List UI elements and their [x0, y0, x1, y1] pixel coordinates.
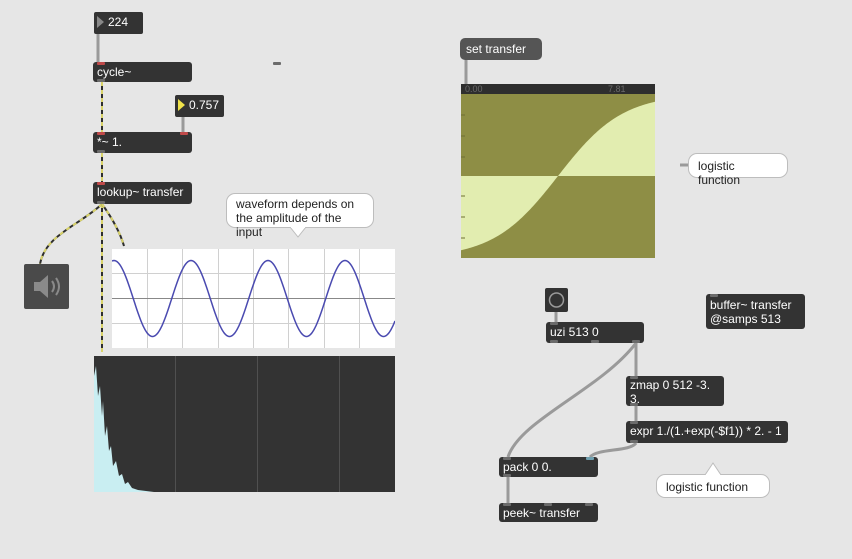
zmap-outlet[interactable]	[630, 403, 638, 406]
uzi-inlet[interactable]	[550, 322, 558, 325]
peek-inlet-left[interactable]	[503, 503, 511, 506]
pack-label: pack 0 0.	[503, 460, 552, 474]
cycle-inlet-right[interactable]	[273, 62, 281, 65]
pack-inlet-right[interactable]	[586, 457, 594, 460]
uzi-outlet-1[interactable]	[550, 340, 558, 343]
cycle-inlet[interactable]	[97, 62, 105, 65]
pack-outlet[interactable]	[503, 474, 511, 477]
cycle-label: cycle~	[97, 65, 132, 79]
frequency-value: 224	[108, 15, 129, 29]
number-triangle-icon	[97, 16, 104, 28]
multiply-label: *~ 1.	[97, 135, 123, 149]
buffer-object[interactable]: buffer~ transfer @samps 513	[706, 294, 805, 329]
cycle-object[interactable]: cycle~	[93, 62, 281, 82]
amplitude-number-box[interactable]: 0.757	[175, 95, 224, 117]
expr-object[interactable]: expr 1./(1.+exp(-$f1)) * 2. - 1	[626, 421, 788, 443]
set-transfer-message[interactable]: set transfer	[460, 38, 542, 60]
cycle-outlet[interactable]	[97, 79, 105, 82]
buffer-inlet[interactable]	[710, 294, 718, 297]
bang-icon	[548, 292, 565, 308]
multiply-inlet-right[interactable]	[180, 132, 188, 135]
bang-button[interactable]	[545, 288, 568, 312]
peek-object[interactable]: peek~ transfer	[499, 503, 598, 522]
lookup-label: lookup~ transfer	[97, 185, 184, 199]
uzi-label: uzi 513 0	[550, 325, 599, 339]
scope-graph	[111, 249, 396, 348]
lookup-outlet[interactable]	[97, 201, 105, 204]
pack-object[interactable]: pack 0 0.	[499, 457, 598, 477]
zmap-label-line2: 3.	[630, 392, 641, 406]
peek-inlet-right[interactable]	[585, 503, 593, 506]
logistic-comment-lower-text: logistic function	[666, 480, 749, 494]
comment-pointer-lower	[705, 462, 721, 475]
pack-inlet-left[interactable]	[503, 457, 511, 460]
transfer-curve-graph	[461, 101, 655, 251]
peek-label: peek~ transfer	[503, 506, 581, 520]
zmap-object[interactable]: zmap 0 512 -3. 3.	[626, 376, 724, 406]
logistic-comment-lower: logistic function	[656, 474, 770, 498]
lookup-inlet[interactable]	[97, 182, 105, 185]
uzi-outlet-2[interactable]	[591, 340, 599, 343]
frequency-number-box[interactable]: 224	[94, 12, 143, 34]
speaker-button[interactable]	[24, 264, 69, 309]
expr-outlet[interactable]	[630, 440, 638, 443]
peek-inlet-mid[interactable]	[544, 503, 552, 506]
logistic-comment-upper: logistic function	[688, 153, 788, 187]
multiply-outlet[interactable]	[97, 150, 105, 153]
buffer-waveform-display[interactable]: 0.00 7.81	[461, 84, 655, 258]
comment-pointer	[290, 227, 306, 238]
spectrum-display[interactable]	[94, 356, 395, 492]
buffer-label-line2: @samps 513	[710, 312, 781, 326]
amplitude-value: 0.757	[189, 98, 220, 112]
zmap-inlet[interactable]	[630, 376, 638, 379]
multiply-inlet-left[interactable]	[97, 132, 105, 135]
number-triangle-icon	[178, 99, 185, 111]
zmap-label-line1: zmap 0 512 -3.	[630, 378, 711, 392]
expr-inlet[interactable]	[630, 421, 638, 424]
buffer-label-line1: buffer~ transfer	[710, 298, 792, 312]
set-transfer-label: set transfer	[466, 42, 527, 56]
expr-label: expr 1./(1.+exp(-$f1)) * 2. - 1	[630, 424, 782, 438]
logistic-curve-fill	[461, 101, 655, 251]
oscilloscope-display[interactable]	[111, 249, 396, 348]
uzi-outlet-3[interactable]	[632, 340, 640, 343]
uzi-object[interactable]: uzi 513 0	[546, 322, 644, 343]
waveform-comment: waveform depends on the amplitude of the…	[226, 193, 374, 239]
speaker-icon	[34, 275, 60, 298]
spectrum-fill	[94, 366, 154, 492]
spectrum-graph	[94, 356, 340, 492]
logistic-comment-upper-text: logistic function	[698, 159, 741, 187]
multiply-signal-object[interactable]: *~ 1.	[93, 132, 192, 153]
lookup-object[interactable]: lookup~ transfer	[93, 182, 192, 204]
